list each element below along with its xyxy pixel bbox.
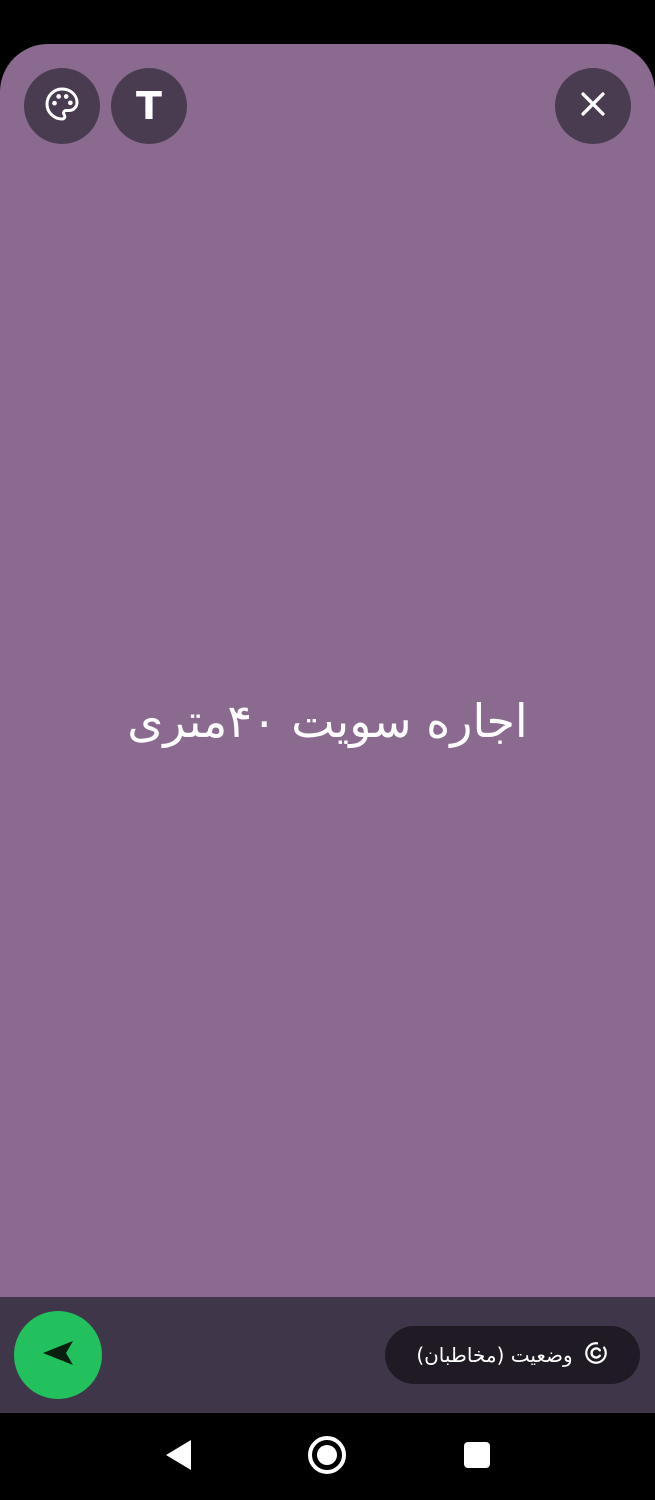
status-privacy-icon (583, 1340, 609, 1370)
status-privacy-selector[interactable]: وضعیت (مخاطبان) (385, 1326, 640, 1384)
status-privacy-label: وضعیت (مخاطبان) (416, 1343, 573, 1367)
palette-icon (42, 84, 82, 128)
color-palette-button[interactable] (24, 68, 100, 144)
system-navigation-bar (0, 1413, 655, 1500)
text-font-button[interactable]: T (111, 68, 187, 144)
close-button[interactable] (555, 68, 631, 144)
nav-back-button[interactable] (156, 1435, 200, 1479)
home-circle-icon (306, 1434, 348, 1480)
send-button[interactable] (14, 1311, 102, 1399)
recents-square-icon (462, 1440, 492, 1474)
nav-home-button[interactable] (305, 1435, 349, 1479)
composer-footer: وضعیت (مخاطبان) (0, 1297, 655, 1413)
status-composer-screen: T اجاره سویت ۴۰متری وضعیت (مخاطبان) (0, 0, 655, 1500)
back-triangle-icon (163, 1438, 193, 1476)
text-format-icon: T (136, 84, 162, 128)
nav-recents-button[interactable] (455, 1435, 499, 1479)
send-icon (40, 1338, 76, 1372)
status-text-content[interactable]: اجاره سویت ۴۰متری (0, 694, 655, 748)
close-icon (576, 87, 610, 125)
text-status-canvas[interactable]: T اجاره سویت ۴۰متری (0, 44, 655, 1297)
system-status-bar (0, 0, 655, 44)
